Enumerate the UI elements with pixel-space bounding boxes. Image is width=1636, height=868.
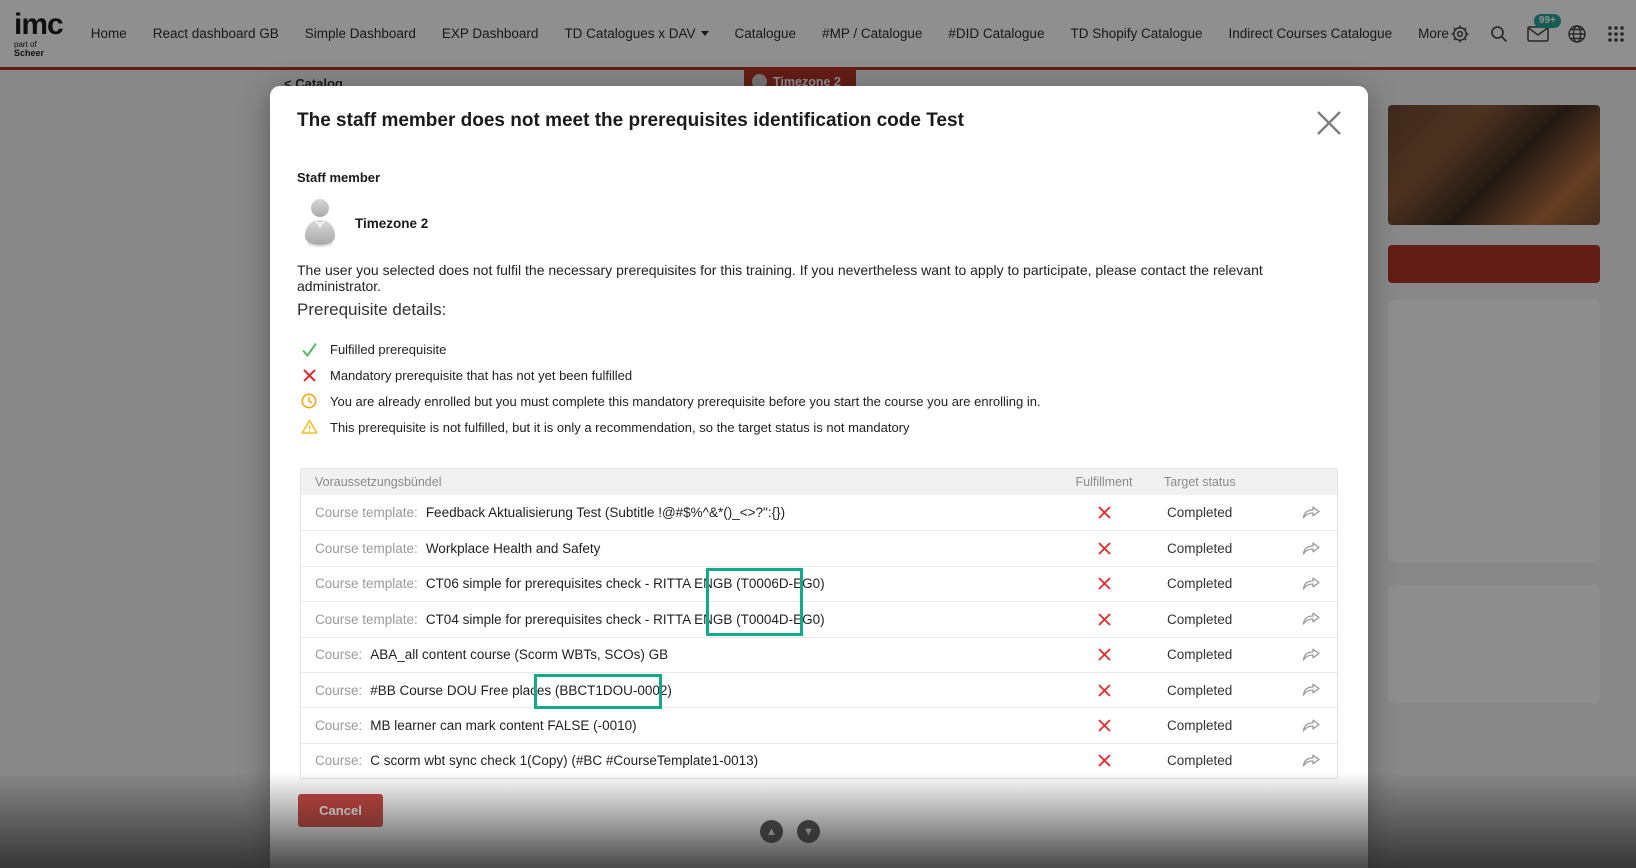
- legend-row-fulfilled: Fulfilled prerequisite: [300, 336, 1300, 362]
- scroll-buttons: ▲ ▼: [760, 820, 820, 843]
- highlight-annotation-box: [534, 674, 662, 709]
- row-type-label: Course template:: [315, 541, 418, 556]
- row-type-label: Course:: [315, 683, 362, 698]
- highlight-annotation-box: [706, 568, 803, 636]
- table-header: Voraussetzungsbündel Fulfillment Target …: [301, 469, 1337, 495]
- forward-arrow-icon[interactable]: [1284, 717, 1337, 735]
- legend: Fulfilled prerequisite Mandatory prerequ…: [300, 336, 1300, 440]
- row-course-name: MB learner can mark content FALSE (-0010…: [370, 718, 636, 733]
- forward-arrow-icon[interactable]: [1284, 575, 1337, 593]
- forward-arrow-icon[interactable]: [1284, 752, 1337, 770]
- legend-text: You are already enrolled but you must co…: [330, 394, 1041, 409]
- legend-row-enrolled: You are already enrolled but you must co…: [300, 388, 1300, 414]
- forward-arrow-icon[interactable]: [1284, 504, 1337, 522]
- prerequisites-table: Voraussetzungsbündel Fulfillment Target …: [300, 468, 1338, 779]
- table-row: Course template: Workplace Health and Saf…: [301, 530, 1337, 565]
- prerequisites-modal: The staff member does not meet the prere…: [270, 86, 1368, 868]
- row-type-label: Course template:: [315, 576, 418, 591]
- not-fulfilled-icon: [1044, 718, 1164, 733]
- modal-description: The user you selected does not fulfil th…: [297, 262, 1341, 294]
- forward-arrow-icon[interactable]: [1284, 646, 1337, 664]
- staff-member-label: Staff member: [297, 170, 380, 185]
- legend-text: Mandatory prerequisite that has not yet …: [330, 368, 632, 383]
- legend-text: This prerequisite is not fulfilled, but …: [330, 420, 910, 435]
- forward-arrow-icon[interactable]: [1284, 681, 1337, 699]
- screen: imc part of Scheer Home React dashboard …: [0, 0, 1636, 868]
- target-status-value: Completed: [1164, 718, 1284, 733]
- clock-icon: [300, 392, 318, 410]
- staff-member-name: Timezone 2: [355, 216, 428, 231]
- table-row: Course: C scorm wbt sync check 1(Copy) (#…: [301, 743, 1337, 778]
- prerequisite-details-heading: Prerequisite details:: [297, 300, 446, 320]
- scroll-down-button[interactable]: ▼: [797, 820, 820, 843]
- not-fulfilled-icon: [1044, 683, 1164, 698]
- target-status-value: Completed: [1164, 647, 1284, 662]
- legend-text: Fulfilled prerequisite: [330, 342, 446, 357]
- row-course-name: ABA_all content course (Scorm WBTs, SCOs…: [370, 647, 668, 662]
- target-status-value: Completed: [1164, 541, 1284, 556]
- table-body: Course template: Feedback Aktualisierung …: [301, 495, 1337, 778]
- header-fulfillment: Fulfillment: [1044, 475, 1164, 489]
- row-course-name: Workplace Health and Safety: [426, 541, 601, 556]
- scroll-up-button[interactable]: ▲: [760, 820, 783, 843]
- close-icon[interactable]: [1314, 108, 1344, 138]
- target-status-value: Completed: [1164, 505, 1284, 520]
- row-type-label: Course template:: [315, 612, 418, 627]
- row-type-label: Course:: [315, 718, 362, 733]
- target-status-value: Completed: [1164, 683, 1284, 698]
- table-row: Course template:CT04 simple for prerequi…: [301, 601, 1337, 636]
- legend-row-mandatory: Mandatory prerequisite that has not yet …: [300, 362, 1300, 388]
- table-row: Course:#BB Course DOU Free places (BBCT1…: [301, 672, 1337, 707]
- not-fulfilled-icon: [1044, 612, 1164, 627]
- modal-title: The staff member does not meet the prere…: [297, 110, 1257, 132]
- header-bundle: Voraussetzungsbündel: [301, 475, 1044, 489]
- table-row: Course: ABA_all content course (Scorm WBT…: [301, 637, 1337, 672]
- not-fulfilled-icon: [1044, 541, 1164, 556]
- target-status-value: Completed: [1164, 753, 1284, 768]
- cancel-button[interactable]: Cancel: [298, 794, 383, 827]
- row-course-name: Feedback Aktualisierung Test (Subtitle !…: [426, 505, 785, 520]
- legend-row-recommendation: This prerequisite is not fulfilled, but …: [300, 414, 1300, 440]
- forward-arrow-icon[interactable]: [1284, 610, 1337, 628]
- check-icon: [300, 340, 318, 358]
- target-status-value: Completed: [1164, 612, 1284, 627]
- table-row: Course template: Feedback Aktualisierung …: [301, 495, 1337, 530]
- table-row: Course: MB learner can mark content FALSE…: [301, 707, 1337, 742]
- header-target-status: Target status: [1164, 475, 1284, 489]
- not-fulfilled-icon: [1044, 505, 1164, 520]
- row-course-name: C scorm wbt sync check 1(Copy) (#BC #Cou…: [370, 753, 758, 768]
- not-fulfilled-icon: [1044, 647, 1164, 662]
- cross-icon: [300, 366, 318, 384]
- not-fulfilled-icon: [1044, 753, 1164, 768]
- target-status-value: Completed: [1164, 576, 1284, 591]
- staff-avatar: [300, 196, 340, 248]
- table-row: Course template:CT06 simple for prerequi…: [301, 566, 1337, 601]
- row-type-label: Course:: [315, 753, 362, 768]
- forward-arrow-icon[interactable]: [1284, 540, 1337, 558]
- row-type-label: Course:: [315, 647, 362, 662]
- row-type-label: Course template:: [315, 505, 418, 520]
- warning-icon: [300, 418, 318, 436]
- not-fulfilled-icon: [1044, 576, 1164, 591]
